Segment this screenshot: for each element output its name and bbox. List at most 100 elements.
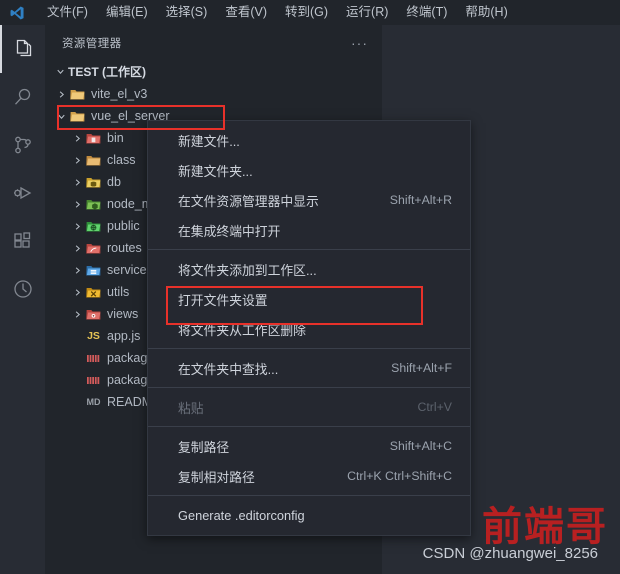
chevron-right-icon (69, 262, 85, 278)
chevron-right-icon (53, 86, 69, 102)
context-menu-item-generate-editorconfig[interactable]: Generate .editorconfig (148, 500, 470, 530)
chevron-down-icon (52, 63, 68, 79)
activity-item-source-control[interactable] (0, 121, 45, 169)
no-twisty-placeholder (69, 394, 85, 410)
menu-item-shortcut: Ctrl+K Ctrl+Shift+C (347, 469, 452, 483)
tree-item-label: views (107, 307, 139, 321)
menu-item-label: 将文件夹从工作区删除 (178, 322, 306, 338)
activity-item-timeline[interactable] (0, 265, 45, 313)
vscode-window: 文件(F) 编辑(E) 选择(S) 查看(V) 转到(G) 运行(R) 终端(T… (0, 0, 620, 574)
folder-class-icon (85, 152, 102, 168)
js-file-icon: JS (85, 328, 102, 344)
folder-open-icon (69, 108, 86, 124)
activity-item-extensions[interactable] (0, 217, 45, 265)
folder-routes-icon (85, 240, 102, 256)
menu-item-label: 在集成终端中打开 (178, 223, 281, 239)
menu-view[interactable]: 查看(V) (216, 1, 276, 24)
folder-node-icon (85, 196, 102, 212)
chevron-right-icon (69, 306, 85, 322)
context-menu-item-add-folder-to-workspace[interactable]: 将文件夹添加到工作区... (148, 254, 470, 284)
menu-item-label: 新建文件夹... (178, 163, 253, 179)
tree-item-label: routes (107, 241, 142, 255)
chevron-down-icon (53, 108, 69, 124)
context-menu-item-find-in-folder[interactable]: 在文件夹中查找... Shift+Alt+F (148, 353, 470, 383)
js-file-badge: JS (87, 330, 100, 342)
menu-edit[interactable]: 编辑(E) (97, 1, 157, 24)
more-actions-icon[interactable]: ··· (351, 35, 368, 51)
workspace-section-header[interactable]: TEST (工作区) (45, 60, 382, 82)
clock-icon (11, 277, 35, 301)
activity-item-run-debug[interactable] (0, 169, 45, 217)
menu-terminal[interactable]: 终端(T) (397, 1, 456, 24)
menu-item-shortcut: Ctrl+V (417, 400, 452, 414)
json-file-icon (85, 372, 102, 388)
tree-item-vite_el_v3[interactable]: vite_el_v3 (45, 83, 382, 105)
folder-utils-icon (85, 284, 102, 300)
tree-item-label: db (107, 175, 121, 189)
menu-selection[interactable]: 选择(S) (157, 1, 217, 24)
menu-separator (148, 387, 470, 388)
folder-service-icon (85, 262, 102, 278)
no-twisty-placeholder (69, 372, 85, 388)
folder-views-icon (85, 306, 102, 322)
extensions-icon (11, 229, 35, 253)
menu-separator (148, 249, 470, 250)
menu-help[interactable]: 帮助(H) (456, 1, 516, 24)
menu-item-label: 复制路径 (178, 439, 230, 455)
activity-item-explorer[interactable] (0, 25, 45, 73)
context-menu-item-copy-path[interactable]: 复制路径 Shift+Alt+C (148, 431, 470, 461)
source-control-icon (11, 133, 35, 157)
chevron-right-icon (69, 284, 85, 300)
menu-run[interactable]: 运行(R) (337, 1, 397, 24)
activity-item-search[interactable] (0, 73, 45, 121)
files-icon (11, 37, 35, 61)
menu-item-label: 将文件夹添加到工作区... (178, 262, 317, 278)
context-menu-item-open-folder-settings[interactable]: 打开文件夹设置 (148, 284, 470, 314)
menu-item-shortcut: Shift+Alt+F (391, 361, 452, 375)
folder-bin-icon (85, 130, 102, 146)
context-menu-item-open-in-terminal[interactable]: 在集成终端中打开 (148, 215, 470, 245)
workspace-label: TEST (工作区) (68, 64, 146, 79)
explorer-context-menu: 新建文件... 新建文件夹... 在文件资源管理器中显示 Shift+Alt+R… (147, 120, 471, 536)
menu-go[interactable]: 转到(G) (276, 1, 337, 24)
context-menu-item-new-file[interactable]: 新建文件... (148, 125, 470, 155)
vscode-logo-icon (6, 4, 28, 22)
menu-item-label: 在文件资源管理器中显示 (178, 193, 319, 209)
search-icon (11, 85, 35, 109)
menu-item-shortcut: Shift+Alt+R (389, 193, 452, 207)
folder-icon (69, 86, 86, 102)
tree-item-label: utils (107, 285, 130, 299)
explorer-title: 资源管理器 (62, 37, 122, 50)
folder-db-icon (85, 174, 102, 190)
menu-item-label: 粘贴 (178, 400, 204, 416)
markdown-file-badge: MD (86, 397, 101, 407)
tree-item-label: service (107, 263, 147, 277)
menu-item-label: 在文件夹中查找... (178, 361, 279, 377)
activity-bar (0, 25, 45, 574)
context-menu-item-new-folder[interactable]: 新建文件夹... (148, 155, 470, 185)
context-menu-item-remove-folder-from-workspace[interactable]: 将文件夹从工作区删除 (148, 314, 470, 344)
chevron-right-icon (69, 174, 85, 190)
tree-item-label: app.js (107, 329, 141, 343)
explorer-title-bar: 资源管理器 ··· (45, 25, 382, 60)
menu-item-label: Generate .editorconfig (178, 507, 305, 523)
json-file-icon (85, 350, 102, 366)
menu-item-label: 打开文件夹设置 (178, 292, 268, 308)
watermark-brand: 前端哥 (482, 504, 608, 550)
chevron-right-icon (69, 196, 85, 212)
menu-bar: 文件(F) 编辑(E) 选择(S) 查看(V) 转到(G) 运行(R) 终端(T… (38, 0, 517, 25)
chevron-right-icon (69, 218, 85, 234)
chevron-right-icon (69, 130, 85, 146)
context-menu-item-reveal-in-explorer[interactable]: 在文件资源管理器中显示 Shift+Alt+R (148, 185, 470, 215)
menu-item-label: 新建文件... (178, 133, 240, 149)
menu-separator (148, 495, 470, 496)
chevron-right-icon (69, 240, 85, 256)
menu-item-label: 复制相对路径 (178, 469, 255, 485)
chevron-right-icon (69, 152, 85, 168)
context-menu-item-copy-relative-path[interactable]: 复制相对路径 Ctrl+K Ctrl+Shift+C (148, 461, 470, 491)
tree-item-label: vite_el_v3 (91, 87, 148, 101)
tree-item-label: bin (107, 131, 124, 145)
menu-file[interactable]: 文件(F) (38, 1, 97, 24)
context-menu-item-paste: 粘贴 Ctrl+V (148, 392, 470, 422)
menu-separator (148, 348, 470, 349)
